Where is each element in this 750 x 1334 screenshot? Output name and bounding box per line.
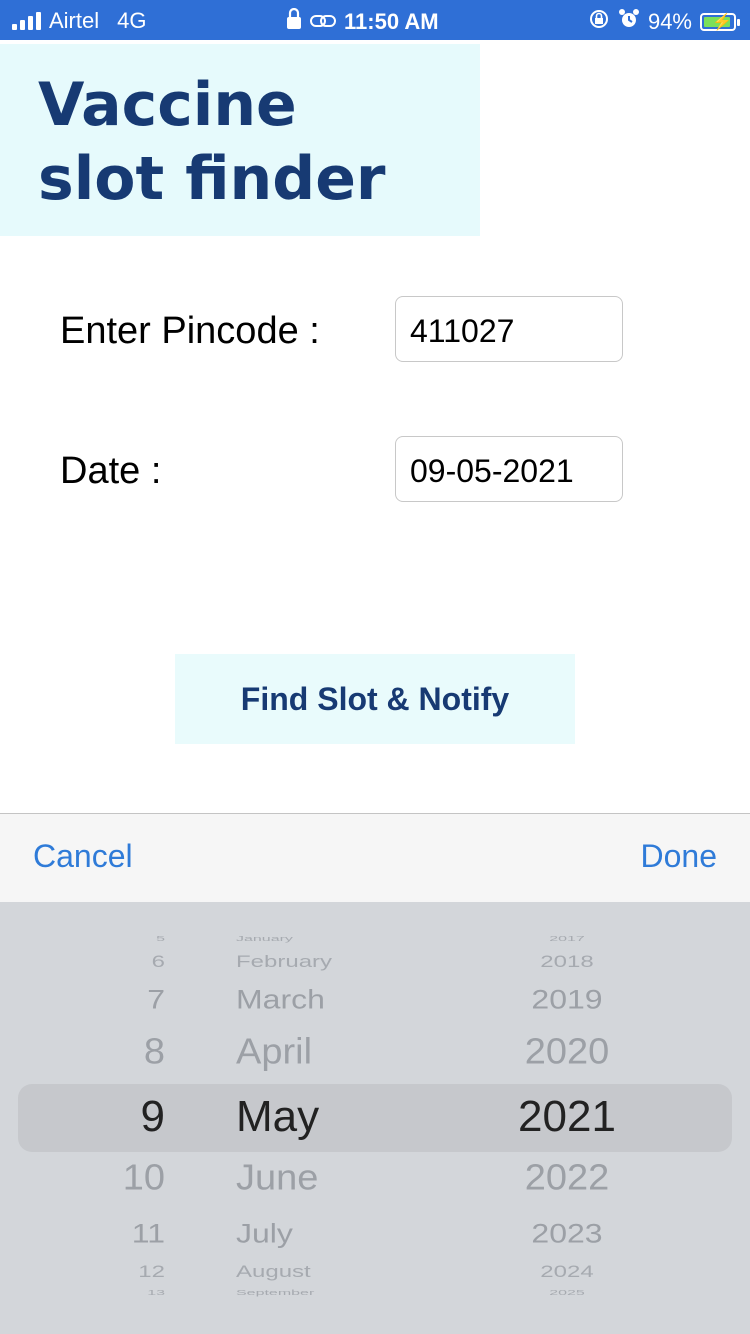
clock-time: 11:50 AM [344,9,439,34]
picker-month-item[interactable]: April [236,1032,312,1073]
picker-month-item[interactable]: August [236,1262,311,1282]
picker-day-item[interactable]: 12 [138,1262,165,1282]
picker-day-item-selected[interactable]: 9 [141,1092,165,1142]
rotation-lock-icon [588,8,610,36]
picker-month-item[interactable]: September [236,1289,314,1297]
battery-icon: ⚡ [700,13,740,31]
app-title-line1: Vaccine [38,70,297,140]
date-input[interactable]: 09-05-2021 [395,436,623,502]
picker-year-item[interactable]: 2025 [487,1289,647,1297]
lock-icon [286,7,302,36]
carrier-name: Airtel [49,8,100,33]
pincode-label: Enter Pincode : [60,310,320,352]
done-button[interactable]: Done [641,838,718,875]
alarm-icon [618,8,640,36]
picker-year-item[interactable]: 2020 [487,1032,647,1073]
pincode-input[interactable]: 411027 [395,296,623,362]
network-type: 4G [117,8,147,33]
date-picker[interactable]: 5 6 7 8 9 10 11 12 13 January February March April M… [0,902,750,1334]
find-slot-button[interactable]: Find Slot & Notify [175,654,575,744]
picker-day-item[interactable]: 10 [123,1158,165,1199]
date-label: Date : [60,450,162,492]
picker-toolbar: Cancel Done [0,814,750,902]
status-bar: Airtel 4G 11:50 AM 94% ⚡ [0,0,750,40]
picker-month-item[interactable]: March [236,984,325,1015]
picker-year-item[interactable]: 2024 [487,1262,647,1282]
signal-icon [12,12,41,30]
battery-percent: 94% [647,9,692,34]
picker-month-item[interactable]: June [236,1158,318,1199]
picker-year-item[interactable]: 2019 [487,984,647,1015]
app-title: Vaccine slot finder [38,68,386,216]
picker-day-item[interactable]: 6 [152,952,165,972]
link-icon [310,9,336,35]
picker-year-item[interactable]: 2022 [487,1158,647,1199]
picker-month-item[interactable]: July [236,1218,293,1249]
picker-day-item[interactable]: 7 [147,984,165,1015]
picker-year-item[interactable]: 2017 [487,935,647,943]
app-title-line2: slot finder [38,144,386,214]
picker-day-item[interactable]: 8 [144,1032,165,1073]
picker-year-item-selected[interactable]: 2021 [487,1092,647,1142]
picker-month-item-selected[interactable]: May [236,1092,319,1142]
picker-day-item[interactable]: 5 [156,935,165,943]
picker-year-item[interactable]: 2023 [487,1218,647,1249]
cancel-button[interactable]: Cancel [33,838,133,875]
picker-day-item[interactable]: 13 [147,1289,165,1297]
header-banner: Vaccine slot finder [0,44,480,236]
picker-year-item[interactable]: 2018 [487,952,647,972]
picker-month-item[interactable]: January [236,935,293,943]
picker-month-item[interactable]: February [236,952,332,972]
picker-day-item[interactable]: 11 [132,1218,165,1249]
